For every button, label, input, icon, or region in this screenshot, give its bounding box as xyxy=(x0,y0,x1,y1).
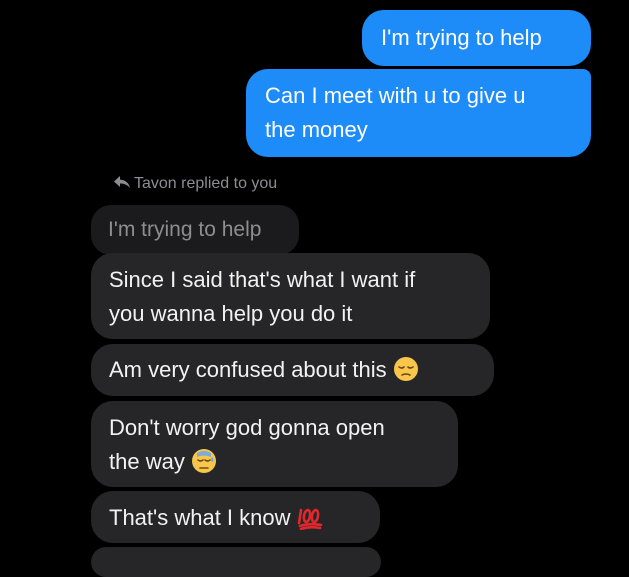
received-message-bubble[interactable]: That's what I know xyxy=(91,491,380,543)
reply-arrow-icon xyxy=(114,176,130,188)
message-text: the money xyxy=(265,117,368,142)
message-text: Am very confused about this xyxy=(109,357,387,382)
reply-label-text: Tavon replied to you xyxy=(134,175,278,192)
message-text: you wanna help you do it xyxy=(109,301,353,326)
message-text: Since I said that's what I want if xyxy=(109,267,416,292)
quoted-message-text: I'm trying to help xyxy=(108,218,262,241)
message-text: the way xyxy=(109,449,185,474)
message-text: Can I meet with u to give u xyxy=(265,83,526,108)
chat-thread[interactable]: I'm trying to help Can I meet with u to … xyxy=(0,0,629,577)
received-message-bubble[interactable]: Am very confused about this xyxy=(91,344,494,396)
downcast-face-with-sweat-emoji-icon xyxy=(191,449,216,473)
received-message-bubble[interactable]: Don't worry god gonna open the way xyxy=(91,401,458,487)
hundred-points-emoji-icon xyxy=(297,508,322,530)
pensive-face-emoji-icon xyxy=(393,357,418,381)
sent-message-bubble[interactable]: I'm trying to help xyxy=(362,10,591,66)
received-message-bubble[interactable]: Since I said that's what I want if you w… xyxy=(91,253,490,339)
reply-indicator: Tavon replied to you xyxy=(114,175,277,193)
sent-message-bubble[interactable]: Can I meet with u to give u the money xyxy=(246,69,591,157)
message-text: That's what I know xyxy=(109,505,291,530)
quoted-message-bubble[interactable]: I'm trying to help xyxy=(91,205,299,255)
message-text: I'm trying to help xyxy=(381,25,542,50)
message-text: Don't worry god gonna open xyxy=(109,415,385,440)
